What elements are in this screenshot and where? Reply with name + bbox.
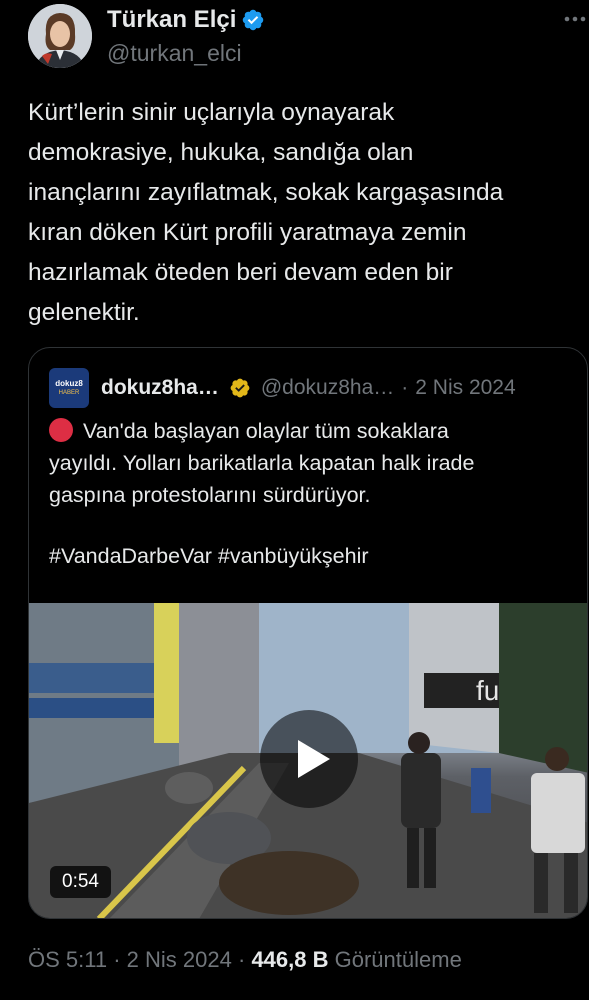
red-circle-icon — [49, 418, 73, 442]
meta-separator: · — [113, 947, 121, 972]
quoted-text-line: Van'da başlayan olaylar tüm sokaklara — [49, 415, 569, 447]
quoted-display-name[interactable]: dokuz8ha… — [101, 376, 219, 400]
quoted-tweet-text: Van'da başlayan olaylar tüm sokaklara ya… — [49, 415, 569, 511]
quoted-avatar[interactable]: dokuz8 HABER — [49, 368, 89, 408]
quoted-text-line-2: yayıldı. Yolları barikatlarla kapatan ha… — [49, 451, 475, 475]
quoted-separator: · — [401, 376, 409, 399]
tweet-meta: ÖS 5:11 · 2 Nis 2024 · 446,8 B Görüntüle… — [28, 947, 462, 973]
play-button[interactable] — [260, 710, 358, 808]
quoted-avatar-subtext: HABER — [58, 390, 80, 396]
tweet-time[interactable]: ÖS 5:11 — [28, 947, 107, 972]
verified-badge-icon — [243, 9, 264, 31]
view-count: 446,8 B — [251, 947, 329, 972]
gold-verified-badge-icon — [230, 378, 250, 398]
video-duration: 0:54 — [50, 866, 111, 898]
tweet-text: Kürt’lerin sinir uçlarıyla oynayarak dem… — [28, 99, 504, 326]
meta-separator: · — [237, 947, 246, 972]
avatar-photo — [28, 4, 92, 68]
quoted-avatar-text: dokuz8 — [55, 379, 83, 388]
views-label: Görüntüleme — [334, 947, 462, 972]
quoted-tweet-header: dokuz8 HABER dokuz8ha… @dokuz8ha… · 2 Ni… — [49, 368, 516, 408]
avatar[interactable] — [28, 4, 92, 68]
video-sign-text: fu — [476, 675, 499, 706]
author-display-name[interactable]: Türkan Elçi — [107, 6, 236, 34]
quoted-date[interactable]: 2 Nis 2024 — [415, 376, 515, 400]
quoted-handle[interactable]: @dokuz8ha… — [261, 376, 394, 400]
quoted-hashtags[interactable]: #VandaDarbeVar #vanbüyükşehir — [49, 544, 369, 569]
video-player[interactable]: fu 0:54 — [29, 603, 587, 918]
more-options-icon[interactable] — [560, 4, 589, 34]
play-icon — [298, 740, 330, 778]
quoted-text-line-3: gaspına protestolarını sürdürüyor. — [49, 483, 371, 507]
quoted-tweet[interactable]: dokuz8 HABER dokuz8ha… @dokuz8ha… · 2 Ni… — [28, 347, 588, 919]
tweet-header: Türkan Elçi @turkan_elci — [0, 0, 589, 80]
author-handle[interactable]: @turkan_elci — [107, 40, 242, 67]
tweet-date[interactable]: 2 Nis 2024 — [127, 947, 232, 972]
quoted-text-line-1: Van'da başlayan olaylar tüm sokaklara — [83, 419, 449, 443]
author-name-row: Türkan Elçi — [107, 6, 265, 34]
